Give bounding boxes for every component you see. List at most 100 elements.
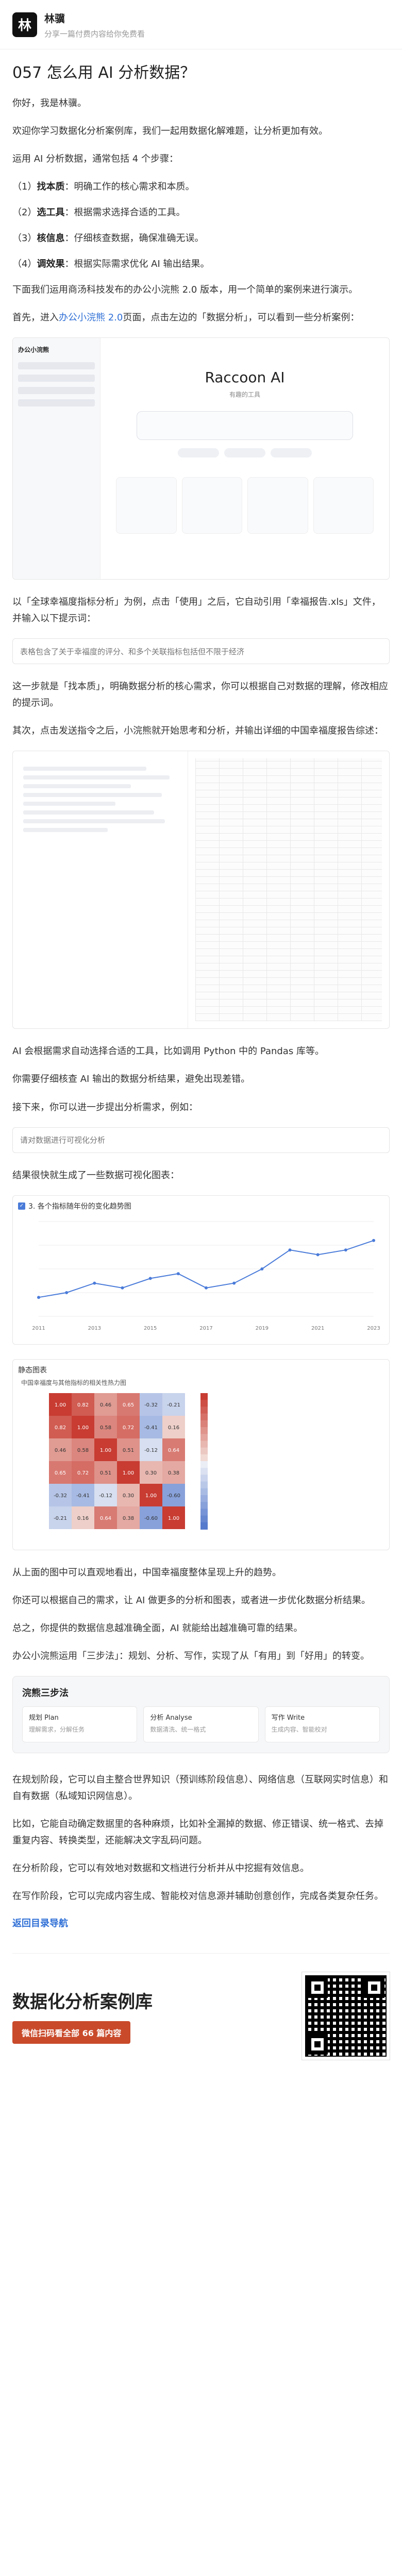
paragraph: 其次，点击发送指令之后，小浣熊就开始思考和分析，并输出详细的中国幸福度报告综述：	[12, 725, 383, 737]
step-write: 写作 Write 生成内容、智能校对	[264, 1706, 380, 1742]
paragraph: 你还可以根据自己的需求，让 AI 做更多的分析和图表，或者进一步优化数据分析结果…	[12, 1595, 371, 1606]
step-analyse: 分析 Analyse 数据清洗、统一格式	[143, 1706, 259, 1742]
paragraph: 从上面的图中可以直观地看出，中国幸福度整体呈现上升的趋势。	[12, 1567, 281, 1578]
colorbar-segment	[200, 1495, 208, 1502]
heatmap-value: 0.46	[55, 1448, 66, 1453]
case-card[interactable]	[181, 477, 242, 534]
colorbar-segment	[200, 1393, 208, 1400]
heatmap-value: -0.21	[54, 1516, 67, 1521]
heatmap-value: -0.60	[144, 1516, 158, 1521]
paragraph: 下面我们运用商汤科技发布的办公小浣熊 2.0 版本，用一个简单的案例来进行演示。	[12, 284, 358, 296]
qr-code[interactable]	[301, 1971, 390, 2060]
paragraph: 你好，我是林骥。	[12, 98, 87, 109]
colorbar-segment	[200, 1461, 208, 1468]
heatmap-value: -0.32	[54, 1493, 67, 1499]
data-point	[205, 1286, 208, 1290]
case-card[interactable]	[247, 477, 308, 534]
colorbar-segment	[200, 1481, 208, 1489]
three-steps-title: 浣熊三步法	[22, 1687, 69, 1699]
chip[interactable]	[178, 448, 219, 458]
paragraph: 运用 AI 分析数据，通常包括 4 个步骤：	[12, 154, 178, 165]
footer-title: 数据化分析案例库	[12, 1992, 153, 2013]
heatmap-value: 0.82	[77, 1402, 89, 1408]
three-steps-card: 浣熊三步法 规划 Plan 理解需求，分解任务 分析 Analyse 数据清洗、…	[12, 1675, 390, 1753]
colorbar-segment	[200, 1454, 208, 1462]
author-name[interactable]: 林骥	[44, 10, 145, 25]
data-point	[176, 1272, 180, 1275]
author-header: 林 林骥 分享一篇付费内容给你免费看	[0, 0, 402, 49]
analysis-report	[13, 751, 188, 1029]
raccoon-logo: 办公小浣熊	[18, 346, 49, 354]
heatmap-value: 0.58	[100, 1425, 111, 1431]
heatmap-value: -0.21	[167, 1402, 180, 1408]
footer-badge[interactable]: 微信扫码看全部 66 篇内容	[12, 2021, 131, 2044]
paragraph: 在写作阶段，它可以完成内容生成、智能校对信息源并辅助创意创作，完成各类复杂任务。	[12, 1890, 383, 1902]
x-tick-label: 2015	[144, 1326, 157, 1331]
heatmap-title: 中国幸福度与其他指标的相关性热力图	[21, 1379, 127, 1386]
heatmap-value: 0.30	[145, 1470, 157, 1476]
raccoon-input[interactable]	[137, 411, 353, 440]
analysis-screenshot	[12, 751, 390, 1029]
raccoon-sidebar: 办公小浣熊	[13, 338, 100, 580]
data-point	[316, 1252, 320, 1256]
sidebar-nav-item[interactable]	[18, 375, 95, 382]
heatmap-value: 0.72	[123, 1425, 134, 1431]
heatmap-value: -0.12	[99, 1493, 112, 1499]
paragraph: 结果很快就生成了一些数据可视化图表：	[12, 1170, 179, 1181]
data-point	[65, 1291, 69, 1294]
data-point	[93, 1281, 96, 1285]
heatmap-box: 静态图表 中国幸福度与其他指标的相关性热力图 1.00 0.82 0.46 0.65 -…	[12, 1359, 390, 1550]
data-point	[37, 1295, 40, 1299]
prompt-box: 请对数据进行可视化分析	[12, 1127, 390, 1153]
footer: 数据化分析案例库 微信扫码看全部 66 篇内容	[12, 1953, 390, 2060]
article-content: 057 怎么用 AI 分析数据？ 你好，我是林骥。 欢迎你学习数据化分析案例库，…	[0, 63, 402, 1929]
heatmap-value: 1.00	[55, 1402, 66, 1408]
case-card[interactable]	[313, 477, 374, 534]
article-page: 林 林骥 分享一篇付费内容给你免费看 057 怎么用 AI 分析数据？ 你好，我…	[0, 0, 402, 2080]
back-to-index-link[interactable]: 返回目录导航	[12, 1916, 390, 1929]
colorbar-segment	[200, 1474, 208, 1482]
prompt-box: 表格包含了关于幸福度的评分、和多个关联指标包括但不限于经济	[12, 638, 390, 665]
x-tick-label: 2023	[367, 1326, 380, 1331]
colorbar-segment	[200, 1406, 208, 1414]
colorbar-segment	[200, 1501, 208, 1509]
chip[interactable]	[224, 448, 265, 458]
step-item: （1）找本质：明确工作的核心需求和本质。	[12, 181, 195, 193]
raccoon-home-screenshot: 办公小浣熊 Raccoon AI 有趣的工具	[12, 337, 390, 580]
paragraph: 首先，进入办公小浣熊 2.0页面，点击左边的「数据分析」，可以看到一些分析案例：	[12, 312, 360, 324]
colorbar-segment	[200, 1508, 208, 1516]
paragraph: 以「全球幸福度指标分析」为例，点击「使用」之后，它自动引用「幸福报告.xls」文…	[12, 597, 381, 624]
line-chart: 2011 2013 2015 2017 2019 2021 2023	[32, 1221, 380, 1331]
colorbar-segment	[200, 1420, 208, 1428]
heatmap-value: 0.65	[55, 1470, 66, 1476]
chip[interactable]	[271, 448, 312, 458]
heatmap-value: 1.00	[123, 1470, 134, 1476]
x-tick-label: 2021	[311, 1326, 324, 1331]
heatmap-value: -0.41	[76, 1493, 90, 1499]
sidebar-nav-item[interactable]	[18, 399, 95, 407]
colorbar-segment	[200, 1488, 208, 1496]
step-item: （3）核信息：仔细核查数据，确保准确无误。	[12, 233, 204, 244]
heatmap-value: -0.41	[144, 1425, 158, 1431]
heatmap-value: 0.51	[123, 1448, 134, 1453]
heatmap-value: 0.46	[100, 1402, 111, 1408]
colorbar-segment	[200, 1433, 208, 1441]
line-chart-head: ✓ 3. 各个指标随年份的变化趋势图	[18, 1201, 384, 1211]
sidebar-nav-item[interactable]	[18, 362, 95, 370]
colorbar-segment	[200, 1427, 208, 1434]
raccoon-link[interactable]: 办公小浣熊 2.0	[59, 312, 123, 323]
step-item: （4）调效果：根据实际需求优化 AI 输出结果。	[12, 259, 210, 270]
data-point	[232, 1281, 236, 1285]
colorbar-segment	[200, 1440, 208, 1448]
data-point	[260, 1267, 264, 1270]
avatar[interactable]: 林	[12, 12, 37, 37]
heatmap-value: 0.30	[123, 1493, 134, 1499]
heatmap-value: 0.82	[55, 1425, 66, 1431]
paragraph: 总之，你提供的数据信息越准确全面，AI 就能给出越准确可靠的结果。	[12, 1622, 303, 1634]
sidebar-nav-item[interactable]	[18, 387, 95, 395]
heatmap-value: 0.38	[123, 1516, 134, 1521]
raccoon-chips	[116, 448, 374, 458]
case-card[interactable]	[116, 477, 177, 534]
raccoon-title: Raccoon AI	[205, 369, 285, 386]
data-point	[344, 1248, 347, 1251]
